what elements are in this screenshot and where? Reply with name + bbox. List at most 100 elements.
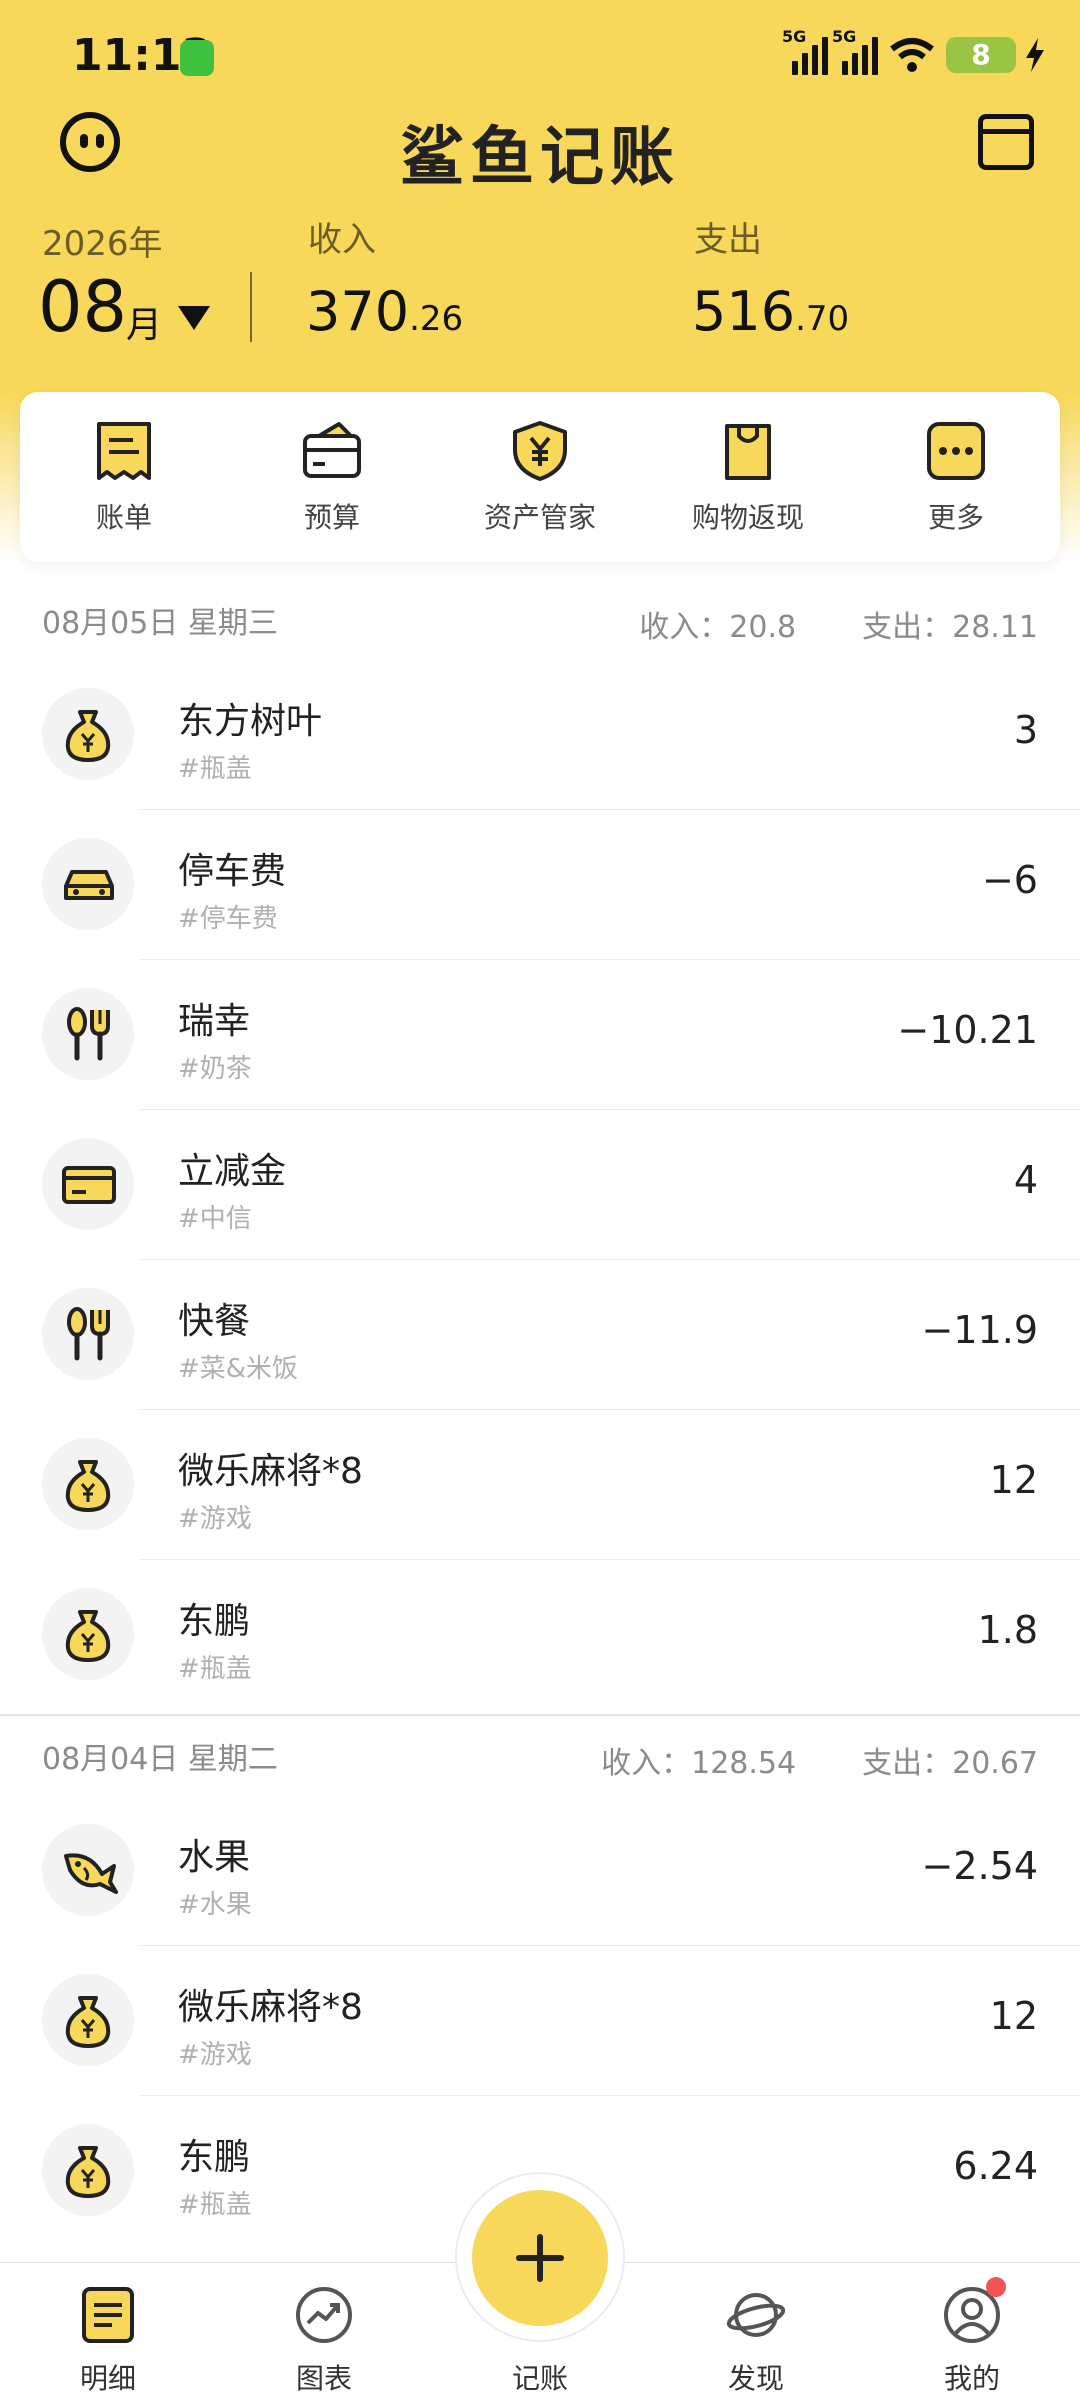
transaction-amount: −6 xyxy=(981,858,1038,902)
wallet-icon xyxy=(303,422,361,478)
expense-integer: 516 xyxy=(692,280,796,343)
status-indicators: 5G 5G 8 xyxy=(782,27,1044,80)
income-integer: 370 xyxy=(306,280,410,343)
transaction-tag: #游戏 xyxy=(178,2040,252,2070)
category-icon-bg xyxy=(42,688,134,780)
category-icon-bg xyxy=(42,1824,134,1916)
divider xyxy=(250,272,252,342)
category-icon-bg xyxy=(42,2124,134,2216)
quick-actions-card: 账单 预算 资产管家 购物返现 更多 xyxy=(20,392,1060,562)
shield-yen-icon xyxy=(513,421,567,481)
quick-action-label: 预算 xyxy=(303,501,360,534)
status-bar: 11:13 5G 5G 8 xyxy=(0,0,1080,116)
fish-icon xyxy=(64,1853,118,1894)
quick-action-label: 购物返现 xyxy=(691,501,804,534)
shopping-bag-icon xyxy=(725,424,771,480)
cutlery-icon xyxy=(67,1307,110,1361)
income-total: 370.26 xyxy=(306,280,463,343)
transaction-row[interactable]: 快餐 #菜&米饭 −11.9 xyxy=(0,1260,1080,1410)
category-icon-bg xyxy=(42,1288,134,1380)
transaction-row[interactable]: 东鹏 #瓶盖 1.8 xyxy=(0,1560,1080,1710)
transaction-amount: −11.9 xyxy=(921,1308,1038,1352)
category-icon-bg xyxy=(42,988,134,1080)
nav-chart[interactable]: 图表 xyxy=(216,2263,432,2400)
add-record-button[interactable] xyxy=(472,2190,608,2326)
transaction-row[interactable]: 微乐麻将*8 #游戏 12 xyxy=(0,1946,1080,2096)
category-icon-bg xyxy=(42,1974,134,2066)
signal-label: 5G xyxy=(832,27,857,46)
income-decimal: .26 xyxy=(409,299,464,339)
expense-label: 支出 xyxy=(694,220,762,260)
quick-action-assets[interactable]: 资产管家 xyxy=(436,392,644,562)
day-header: 08月05日 星期三 收入：20.8 支出：28.11 xyxy=(0,580,1080,660)
money-bag-icon xyxy=(65,2146,111,2198)
quick-action-bill[interactable]: 账单 xyxy=(20,392,228,562)
day-date: 08月05日 星期三 xyxy=(42,606,278,641)
quick-action-more[interactable]: 更多 xyxy=(852,392,1060,562)
transaction-row[interactable]: 水果 #水果 −2.54 xyxy=(0,1796,1080,1946)
year-label: 2026年 xyxy=(42,224,163,264)
transaction-name: 东方树叶 xyxy=(178,701,323,742)
day-date: 08月04日 星期二 xyxy=(42,1742,278,1777)
transaction-tag: #停车费 xyxy=(178,904,278,934)
day-summary: 收入：128.54 支出：20.67 xyxy=(601,1738,1038,1782)
transaction-amount: 6.24 xyxy=(953,2144,1038,2188)
money-bag-icon xyxy=(65,1610,111,1662)
day-expense: 支出：20.67 xyxy=(862,1746,1038,1781)
calendar-icon[interactable] xyxy=(978,114,1034,170)
transaction-tag: #瓶盖 xyxy=(178,2190,252,2220)
signal-icon: 5G xyxy=(832,27,878,75)
transaction-row[interactable]: 停车费 #停车费 −6 xyxy=(0,810,1080,960)
transaction-row[interactable]: 瑞幸 #奶茶 −10.21 xyxy=(0,960,1080,1110)
day-header: 08月04日 星期二 收入：128.54 支出：20.67 xyxy=(0,1716,1080,1796)
category-icon-bg xyxy=(42,1588,134,1680)
transaction-tag: #菜&米饭 xyxy=(178,1354,299,1384)
month-unit: 月 xyxy=(126,305,163,346)
wifi-icon xyxy=(890,38,934,72)
transaction-row[interactable]: 立减金 #中信 4 xyxy=(0,1110,1080,1260)
category-icon-bg xyxy=(42,838,134,930)
money-bag-icon xyxy=(65,1996,111,2048)
income-label: 收入 xyxy=(308,220,376,260)
charging-icon xyxy=(180,40,214,76)
day-expense: 支出：28.11 xyxy=(862,610,1038,645)
battery-icon: 8 xyxy=(946,37,1016,73)
transaction-amount: 12 xyxy=(989,1994,1038,2038)
nav-label: 记账 xyxy=(511,2362,568,2395)
month-selector[interactable]: 08 xyxy=(38,266,127,348)
day-income: 收入：128.54 xyxy=(601,1746,797,1781)
transaction-amount: −2.54 xyxy=(921,1844,1038,1888)
transaction-tag: #瓶盖 xyxy=(178,1654,252,1684)
transaction-name: 微乐麻将*8 xyxy=(178,1451,363,1492)
transaction-row[interactable]: 东方树叶 #瓶盖 3 xyxy=(0,660,1080,810)
planet-icon xyxy=(726,2293,786,2337)
card-icon xyxy=(62,1166,116,1204)
quick-action-budget[interactable]: 预算 xyxy=(228,392,436,562)
nav-detail[interactable]: 明细 xyxy=(0,2263,216,2400)
transaction-name: 东鹏 xyxy=(178,1601,251,1642)
money-bag-icon xyxy=(65,710,111,762)
quick-action-cashback[interactable]: 购物返现 xyxy=(644,392,852,562)
expense-decimal: .70 xyxy=(795,299,850,339)
transaction-name: 立减金 xyxy=(178,1151,287,1192)
transaction-amount: 12 xyxy=(989,1458,1038,1502)
transaction-tag: #水果 xyxy=(178,1890,252,1920)
transaction-tag: #奶茶 xyxy=(178,1054,252,1084)
chart-icon xyxy=(296,2287,352,2343)
caret-down-icon[interactable] xyxy=(178,306,210,330)
notification-dot xyxy=(986,2277,1006,2297)
day-summary: 收入：20.8 支出：28.11 xyxy=(639,602,1038,646)
nav-label: 发现 xyxy=(727,2362,784,2395)
nav-discover[interactable]: 发现 xyxy=(648,2263,864,2400)
transaction-row[interactable]: 微乐麻将*8 #游戏 12 xyxy=(0,1410,1080,1560)
nav-profile[interactable]: 我的 xyxy=(864,2263,1080,2400)
quick-action-label: 更多 xyxy=(927,501,984,534)
signal-icon: 5G xyxy=(782,27,828,75)
category-icon-bg xyxy=(42,1138,134,1230)
expense-total: 516.70 xyxy=(692,280,849,343)
quick-action-label: 资产管家 xyxy=(483,501,596,534)
detail-icon xyxy=(82,2287,134,2343)
mascot-avatar-icon[interactable] xyxy=(60,112,120,172)
car-icon xyxy=(64,870,114,900)
transaction-name: 微乐麻将*8 xyxy=(178,1987,363,2028)
